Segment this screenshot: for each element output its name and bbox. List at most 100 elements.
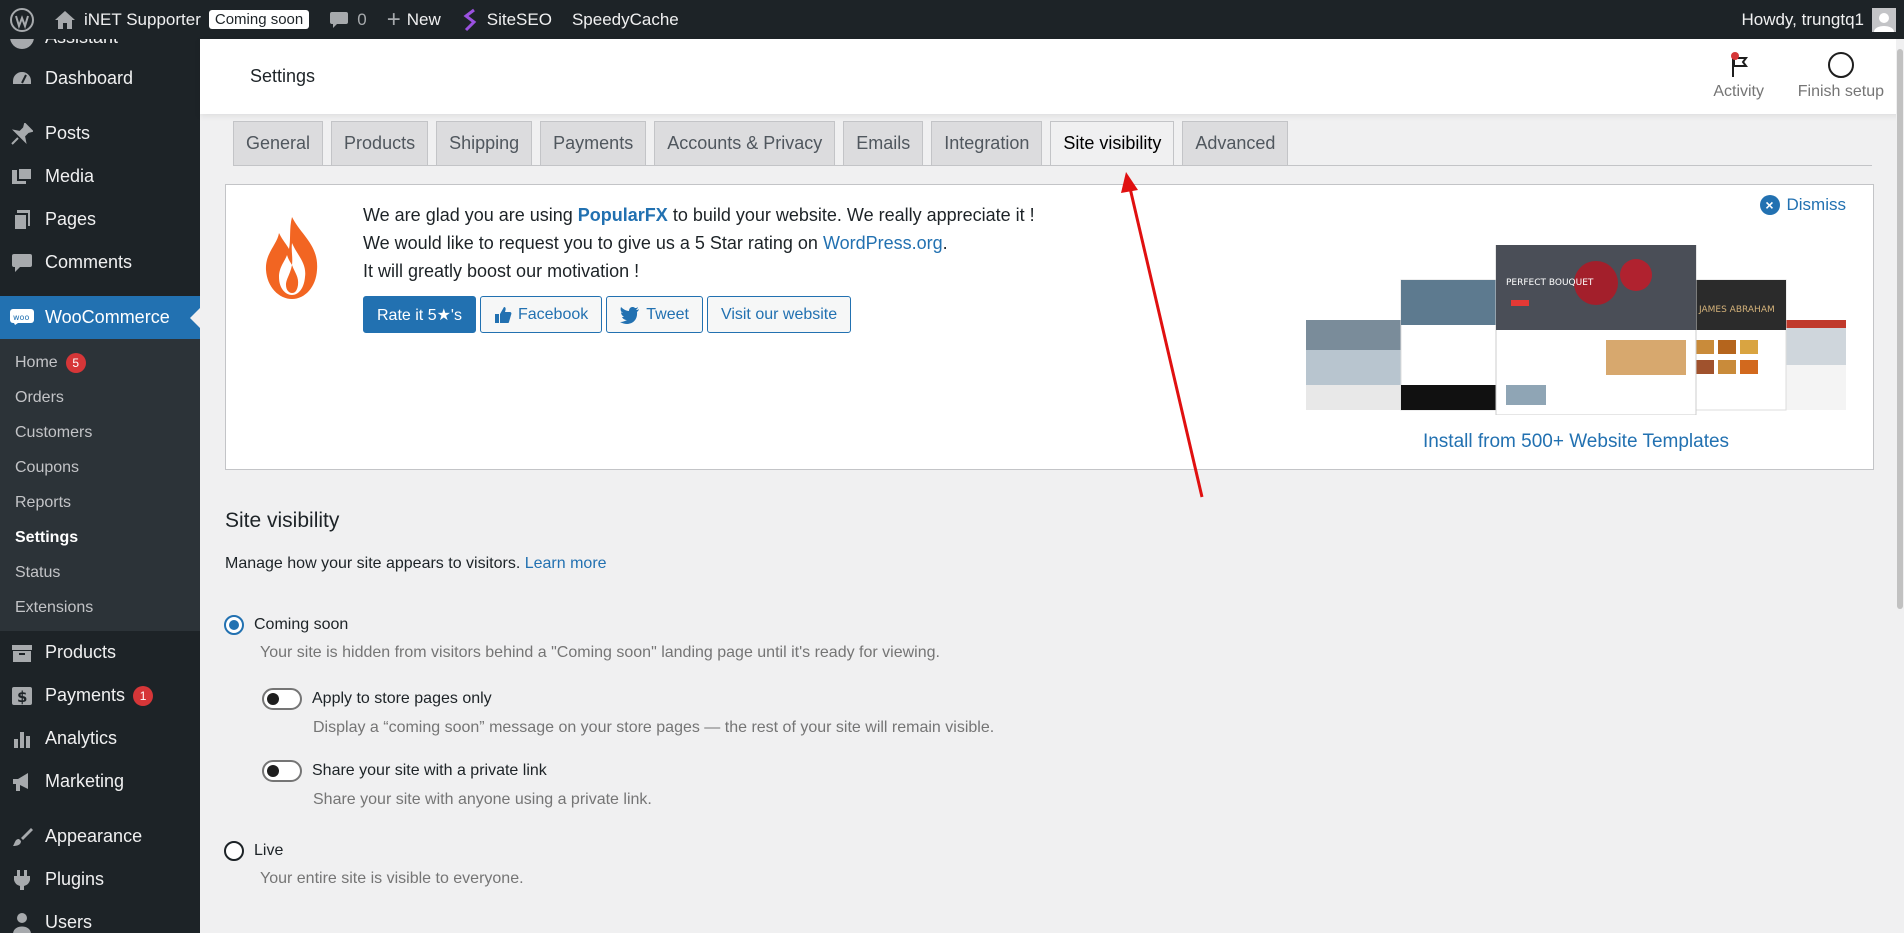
- live-option[interactable]: Live: [224, 841, 283, 861]
- comment-icon: [329, 10, 349, 30]
- new-content-link[interactable]: + New: [377, 0, 451, 39]
- tab-integration[interactable]: Integration: [931, 121, 1043, 165]
- assistant-icon: [10, 39, 34, 49]
- store-pages-only-toggle[interactable]: [262, 688, 302, 710]
- partial-menu-item[interactable]: Assistant: [0, 39, 200, 57]
- tab-payments[interactable]: Payments: [540, 121, 647, 165]
- sidebar-item-label: WooCommerce: [45, 307, 170, 327]
- submenu-label: Coupons: [15, 458, 80, 476]
- submenu-item-status[interactable]: Status: [0, 555, 200, 590]
- sidebar-item-plugins[interactable]: Plugins: [0, 858, 200, 901]
- sidebar-item-users[interactable]: Users: [0, 901, 200, 933]
- svg-text:PERFECT BOUQUET: PERFECT BOUQUET: [1506, 278, 1594, 288]
- notice-message: We are glad you are using PopularFX to b…: [363, 201, 1035, 285]
- sidebar-item-pages[interactable]: Pages: [0, 198, 200, 241]
- comments-count: 0: [357, 9, 367, 29]
- dollar-icon: $: [10, 684, 34, 708]
- pin-icon: [10, 122, 34, 146]
- notice-line-2: We would like to request you to give us …: [363, 229, 1035, 257]
- submenu-item-coupons[interactable]: Coupons: [0, 450, 200, 485]
- install-templates-link[interactable]: Install from 500+ Website Templates: [1306, 431, 1846, 453]
- submenu-item-customers[interactable]: Customers: [0, 415, 200, 450]
- sidebar-item-woocommerce[interactable]: woo WooCommerce: [0, 296, 200, 339]
- submenu-item-orders[interactable]: Orders: [0, 380, 200, 415]
- woo-icon: woo: [10, 306, 34, 330]
- tab-advanced[interactable]: Advanced: [1182, 121, 1289, 165]
- popularfx-notice: We are glad you are using PopularFX to b…: [225, 184, 1874, 470]
- pages-icon: [10, 208, 34, 232]
- tab-shipping[interactable]: Shipping: [436, 121, 533, 165]
- popularfx-link[interactable]: PopularFX: [578, 205, 668, 225]
- learn-more-link[interactable]: Learn more: [525, 555, 607, 572]
- tweet-button[interactable]: Tweet: [606, 296, 703, 333]
- admin-sidebar: Assistant Dashboard Posts Media Pages Co…: [0, 39, 200, 933]
- submenu-item-home[interactable]: Home 5: [0, 345, 200, 380]
- sidebar-item-label: Payments: [45, 685, 126, 705]
- avatar[interactable]: [1872, 7, 1896, 32]
- flag-icon: [1713, 49, 1764, 81]
- visit-website-button[interactable]: Visit our website: [706, 296, 852, 333]
- comments-link[interactable]: 0: [319, 0, 376, 39]
- site-name: iNET Supporter: [84, 9, 201, 29]
- submenu-item-reports[interactable]: Reports: [0, 485, 200, 520]
- tab-emails[interactable]: Emails: [843, 121, 924, 165]
- svg-text:JAMES ABRAHAM: JAMES ABRAHAM: [1698, 305, 1775, 315]
- dashboard-icon: [10, 67, 34, 91]
- woocommerce-header: Settings Activity Finish setup: [200, 39, 1904, 114]
- howdy-text[interactable]: Howdy, trungtq1: [1741, 10, 1864, 30]
- submenu-label: Home: [15, 353, 58, 371]
- sidebar-item-products[interactable]: Products: [0, 631, 200, 674]
- sidebar-item-label: Pages: [45, 209, 97, 229]
- tab-products[interactable]: Products: [331, 121, 429, 165]
- wordpress-org-link[interactable]: WordPress.org: [823, 233, 943, 253]
- rate-button[interactable]: Rate it 5★'s: [363, 296, 476, 333]
- partial-item-label: Assistant: [45, 39, 118, 48]
- tabs-divider: [233, 165, 1872, 166]
- tweet-label: Tweet: [646, 305, 689, 323]
- private-link-toggle[interactable]: [262, 760, 302, 782]
- dismiss-button[interactable]: × Dismiss: [1759, 195, 1847, 215]
- private-link-label: Share your site with a private link: [312, 762, 547, 779]
- progress-circle-icon: [1798, 49, 1884, 81]
- sidebar-item-posts[interactable]: Posts: [0, 112, 200, 155]
- speedycache-link[interactable]: SpeedyCache: [562, 0, 689, 39]
- private-link-help: Share your site with anyone using a priv…: [313, 791, 652, 808]
- tab-site-visibility[interactable]: Site visibility: [1050, 121, 1175, 165]
- sidebar-item-appearance[interactable]: Appearance: [0, 815, 200, 858]
- speedycache-label: SpeedyCache: [571, 9, 679, 29]
- sidebar-item-dashboard[interactable]: Dashboard: [0, 57, 200, 100]
- finish-setup-label: Finish setup: [1797, 83, 1884, 100]
- activity-button[interactable]: Activity: [1713, 49, 1764, 101]
- sidebar-item-marketing[interactable]: Marketing: [0, 760, 200, 803]
- submenu-item-extensions[interactable]: Extensions: [0, 590, 200, 625]
- sidebar-item-media[interactable]: Media: [0, 155, 200, 198]
- store-pages-only-option[interactable]: Apply to store pages only: [262, 688, 492, 710]
- description-text: Manage how your site appears to visitors…: [225, 555, 521, 572]
- coming-soon-radio[interactable]: [224, 615, 244, 635]
- live-radio[interactable]: [224, 841, 244, 861]
- sidebar-item-payments[interactable]: $ Payments 1: [0, 674, 200, 717]
- submenu-item-settings[interactable]: Settings: [0, 520, 200, 555]
- coming-soon-option[interactable]: Coming soon: [224, 615, 348, 635]
- sidebar-item-label: Media: [45, 166, 95, 186]
- site-name-link[interactable]: iNET Supporter Coming soon: [44, 0, 319, 39]
- sidebar-item-analytics[interactable]: Analytics: [0, 717, 200, 760]
- wordpress-logo-icon[interactable]: [0, 0, 44, 39]
- private-link-option[interactable]: Share your site with a private link: [262, 760, 547, 782]
- sidebar-item-comments[interactable]: Comments: [0, 241, 200, 284]
- dismiss-label: Dismiss: [1786, 195, 1847, 214]
- scrollbar-thumb[interactable]: [1897, 49, 1903, 609]
- page-scrollbar[interactable]: [1896, 39, 1904, 933]
- siteseo-link[interactable]: SiteSEO: [451, 0, 562, 39]
- tab-accounts-privacy[interactable]: Accounts & Privacy: [654, 121, 836, 165]
- tab-general[interactable]: General: [233, 121, 324, 165]
- sidebar-item-label: Posts: [45, 123, 91, 143]
- sidebar-item-label: Marketing: [45, 771, 125, 791]
- payments-count-badge: 1: [133, 685, 154, 706]
- svg-text:$: $: [17, 688, 27, 706]
- home-count-badge: 5: [65, 352, 86, 373]
- facebook-button[interactable]: Facebook: [479, 296, 603, 333]
- finish-setup-button[interactable]: Finish setup: [1798, 49, 1884, 101]
- coming-soon-badge[interactable]: Coming soon: [208, 10, 310, 29]
- sidebar-item-label: Comments: [45, 252, 133, 272]
